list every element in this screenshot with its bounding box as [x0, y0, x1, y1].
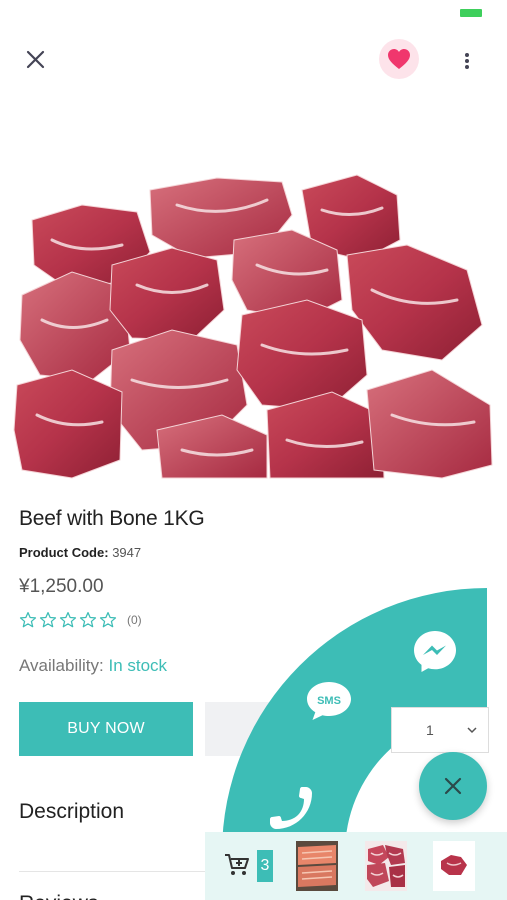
chevron-down-icon	[467, 727, 477, 734]
close-contact-menu-button[interactable]	[419, 752, 487, 820]
quantity-value: 1	[426, 722, 434, 738]
messenger-button[interactable]	[412, 629, 458, 673]
battery-indicator	[460, 9, 482, 17]
cart-item-thumbnail[interactable]	[365, 841, 407, 891]
cart-count-badge: 3	[257, 850, 273, 882]
availability-label: Availability:	[19, 656, 104, 675]
star-empty-icon	[99, 611, 117, 628]
product-image	[13, 174, 493, 479]
beef-chunks-thumbnail	[365, 841, 407, 891]
salmon-fillet-thumbnail	[296, 841, 338, 891]
phone-icon	[270, 787, 312, 829]
star-empty-icon	[39, 611, 57, 628]
more-options-button[interactable]	[455, 45, 479, 77]
reviews-heading[interactable]: Reviews	[19, 892, 98, 900]
more-vertical-icon	[465, 53, 469, 69]
close-button[interactable]	[20, 45, 50, 75]
quantity-select[interactable]: 1	[391, 707, 489, 753]
cart-item-thumbnail[interactable]	[433, 841, 475, 891]
cart-bar: 3	[205, 832, 507, 900]
red-meat-thumbnail	[433, 841, 475, 891]
star-empty-icon	[19, 611, 37, 628]
product-code-value: 3947	[112, 545, 142, 560]
cart-add-icon	[225, 854, 249, 875]
close-icon	[26, 50, 45, 69]
product-price: ¥1,250.00	[19, 576, 104, 597]
cart-item-thumbnail[interactable]	[296, 841, 338, 891]
sms-icon: SMS	[307, 682, 351, 720]
availability: Availability: In stock	[19, 656, 167, 676]
messenger-icon	[414, 631, 456, 672]
buy-now-button[interactable]: BUY NOW	[19, 702, 193, 756]
product-code-label: Product Code:	[19, 545, 109, 560]
phone-button[interactable]	[264, 783, 314, 831]
description-heading[interactable]: Description	[19, 800, 124, 824]
product-title: Beef with Bone 1KG	[19, 507, 205, 530]
cart-button[interactable]	[223, 852, 251, 878]
availability-status: In stock	[108, 656, 168, 675]
close-icon	[444, 777, 462, 795]
sms-button[interactable]: SMS	[305, 680, 353, 722]
star-empty-icon	[79, 611, 97, 628]
rating-stars[interactable]: (0)	[19, 611, 142, 629]
sms-label: SMS	[317, 695, 341, 707]
star-empty-icon	[59, 611, 77, 628]
product-code: Product Code: 3947	[19, 545, 141, 560]
favorite-button[interactable]	[379, 39, 419, 79]
heart-icon	[388, 49, 410, 69]
review-count: (0)	[127, 613, 142, 627]
